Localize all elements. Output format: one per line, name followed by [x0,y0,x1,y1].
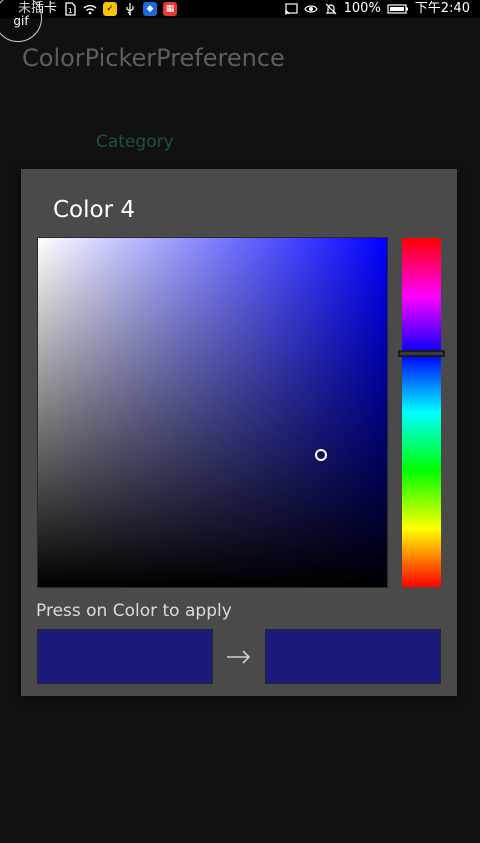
battery-percent: 100% [343,1,381,16]
shield-icon: ◆ [143,2,158,16]
battery-icon [387,2,409,16]
hue-slider-track[interactable] [402,238,441,587]
app-title: ColorPickerPreference [22,44,285,72]
clock: 下午2:40 [414,1,470,16]
color-picker-dialog: Color 4 Press on Color to apply [21,169,457,696]
app-red-icon: ▦ [163,2,178,16]
gif-overlay-badge: gif [0,0,42,42]
old-color-swatch[interactable] [38,630,212,683]
svg-text:1: 1 [68,7,72,15]
status-bar: 未插卡 1 ✓ ◆ ▦ 100% 下午2:40 [0,0,480,18]
preference-category: Category [96,132,174,152]
apply-hint: Press on Color to apply [36,601,232,621]
app-yellow-icon: ✓ [103,2,118,16]
hue-slider-handle[interactable] [398,350,445,357]
saturation-value-picker[interactable] [38,238,387,587]
mute-icon [324,2,338,16]
cast-icon [284,2,298,16]
usb-icon [123,2,137,16]
sv-pointer-handle[interactable] [315,449,327,461]
dialog-title: Color 4 [53,197,135,223]
eye-icon [303,2,318,16]
arrow-right-icon [225,643,253,671]
new-color-swatch[interactable] [266,630,440,683]
sim-card-icon: 1 [63,2,77,16]
wifi-icon [83,2,97,16]
status-bar-right: 100% 下午2:40 [284,0,470,18]
